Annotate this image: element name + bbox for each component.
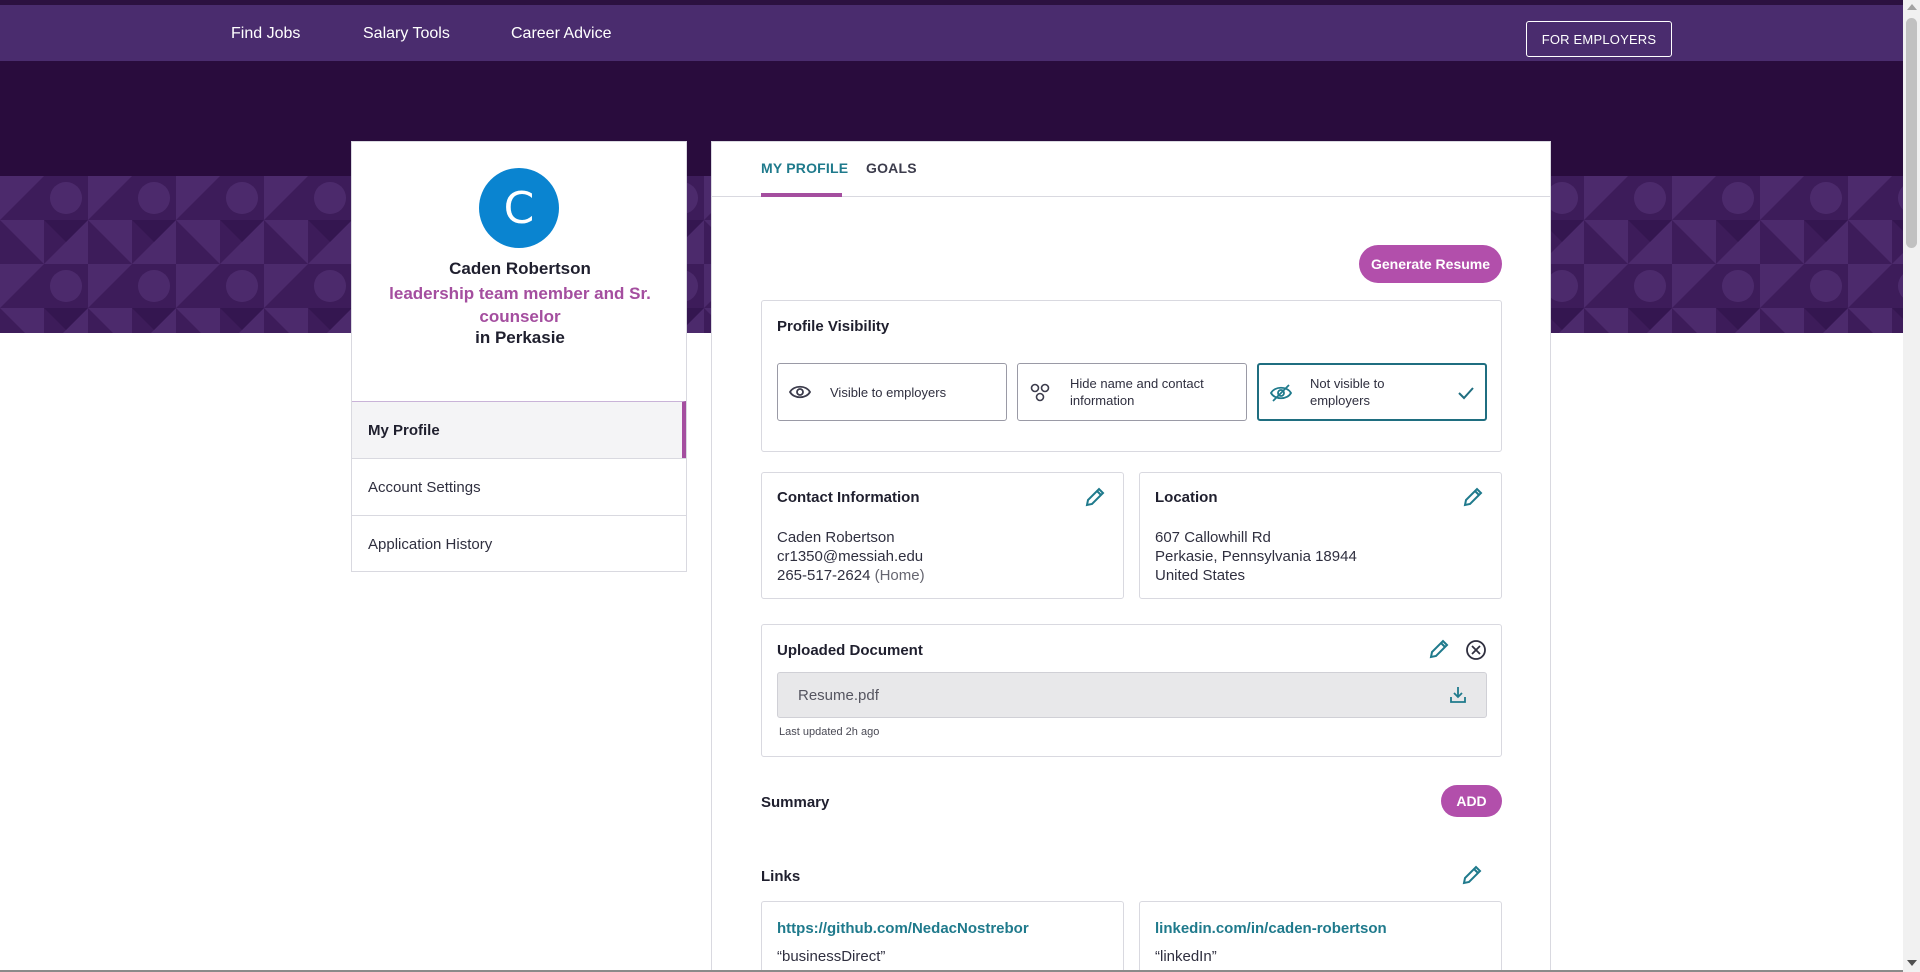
edit-pencil-icon[interactable] xyxy=(1084,486,1106,508)
visibility-option-visible[interactable]: Visible to employers xyxy=(777,363,1007,421)
profile-main-card: MY PROFILE GOALS Generate Resume Profile… xyxy=(711,141,1551,972)
uploaded-document-title: Uploaded Document xyxy=(777,642,923,659)
document-filename: Resume.pdf xyxy=(798,687,879,704)
location-street: 607 Callowhill Rd xyxy=(1155,529,1271,546)
profile-name: Caden Robertson xyxy=(449,259,591,278)
nav-link-find-jobs[interactable]: Find Jobs xyxy=(231,25,300,43)
contact-email: cr1350@messiah.edu xyxy=(777,548,924,565)
tab-goals[interactable]: GOALS xyxy=(866,160,917,176)
edit-pencil-icon[interactable] xyxy=(1461,864,1483,886)
contact-phone-line: 265-517-2624 (Home) xyxy=(777,566,925,585)
links-title: Links xyxy=(761,868,801,885)
add-summary-button[interactable]: ADD xyxy=(1441,785,1502,817)
link-card: https://github.com/NedacNostrebor “busin… xyxy=(761,901,1124,972)
contact-phone: 265-517-2624 xyxy=(777,567,871,584)
document-file-field[interactable]: Resume.pdf xyxy=(777,672,1487,718)
contact-name: Caden Robertson xyxy=(777,529,895,546)
location-city: Perkasie, Pennsylvania 18944 xyxy=(1155,548,1357,565)
visibility-option-hide-contact[interactable]: Hide name and contact information xyxy=(1017,363,1247,421)
link-url[interactable]: https://github.com/NedacNostrebor xyxy=(777,920,1029,937)
profile-location: in Perkasie xyxy=(475,328,565,347)
page-scrollbar[interactable] xyxy=(1903,0,1920,972)
profile-job-title: leadership team member and Sr. counselor xyxy=(389,284,651,326)
nav-link-career-advice[interactable]: Career Advice xyxy=(511,25,612,43)
visibility-option-label: Hide name and contact information xyxy=(1070,376,1204,408)
scroll-thumb[interactable] xyxy=(1906,18,1917,248)
link-label: “businessDirect” xyxy=(777,948,886,965)
active-tab-indicator xyxy=(761,193,842,197)
summary-title: Summary xyxy=(761,794,830,811)
scroll-up-arrow-icon[interactable] xyxy=(1907,4,1917,10)
eye-icon xyxy=(788,385,812,399)
profile-visibility-title: Profile Visibility xyxy=(777,318,890,335)
top-navigation-bar: Find Jobs Salary Tools Career Advice FOR… xyxy=(0,0,1903,61)
nav-link-salary-tools[interactable]: Salary Tools xyxy=(363,25,450,43)
link-label: “linkedIn” xyxy=(1155,948,1217,965)
contact-information-title: Contact Information xyxy=(777,489,920,506)
generate-resume-button[interactable]: Generate Resume xyxy=(1359,245,1502,283)
sidebar-item-account-settings[interactable]: Account Settings xyxy=(352,458,686,515)
avatar: C xyxy=(479,168,559,248)
location-section: Location 607 Callowhill Rd Perkasie, Pen… xyxy=(1139,472,1502,599)
tab-my-profile[interactable]: MY PROFILE xyxy=(761,160,848,176)
visibility-option-label: Not visible to employers xyxy=(1310,376,1385,408)
visibility-option-label: Visible to employers xyxy=(830,385,947,400)
profile-summary-card: C Caden Robertson leadership team member… xyxy=(351,141,687,572)
contact-information-section: Contact Information Caden Robertson cr13… xyxy=(761,472,1124,599)
profile-visibility-section: Profile Visibility Visible to employers … xyxy=(761,300,1502,452)
link-url[interactable]: linkedin.com/in/caden-robertson xyxy=(1155,920,1387,937)
document-last-updated: Last updated 2h ago xyxy=(779,726,880,738)
download-icon[interactable] xyxy=(1448,685,1468,705)
edit-pencil-icon[interactable] xyxy=(1462,486,1484,508)
location-title: Location xyxy=(1155,489,1218,506)
eye-slash-icon xyxy=(1269,384,1293,402)
for-employers-button[interactable]: FOR EMPLOYERS xyxy=(1526,21,1672,57)
link-card: linkedin.com/in/caden-robertson “linkedI… xyxy=(1139,901,1502,972)
tab-bar: MY PROFILE GOALS xyxy=(712,142,1550,197)
scroll-down-arrow-icon[interactable] xyxy=(1907,960,1917,966)
sidebar-navigation: My Profile Account Settings Application … xyxy=(352,401,686,572)
checkmark-icon xyxy=(1458,387,1474,400)
sidebar-item-application-history[interactable]: Application History xyxy=(352,515,686,572)
sidebar-item-my-profile[interactable]: My Profile xyxy=(352,401,686,458)
remove-circle-icon[interactable] xyxy=(1465,639,1487,661)
uploaded-document-section: Uploaded Document Resume.pdf Last update… xyxy=(761,624,1502,757)
location-country: United States xyxy=(1155,567,1246,584)
visibility-option-not-visible[interactable]: Not visible to employers xyxy=(1257,363,1487,421)
contact-phone-type: (Home) xyxy=(874,567,925,584)
edit-pencil-icon[interactable] xyxy=(1428,638,1450,660)
people-icon xyxy=(1030,383,1050,402)
